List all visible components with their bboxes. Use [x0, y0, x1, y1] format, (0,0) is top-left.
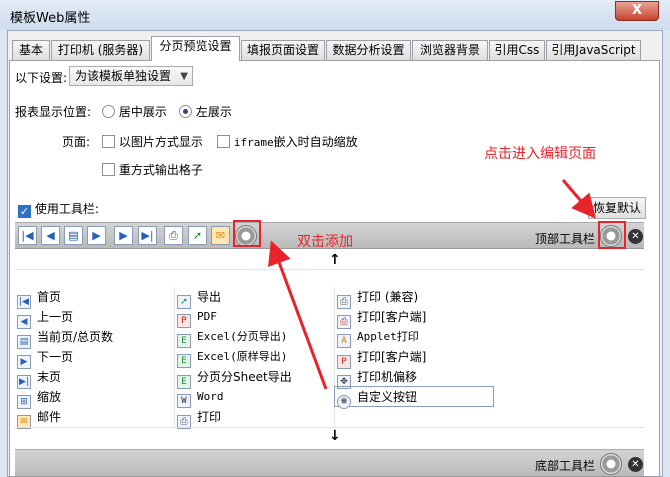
annotation-arrows — [268, 179, 596, 390]
arrow-to-settings — [561, 179, 596, 219]
tab-pagination-preview[interactable]: 分页预览设置 — [151, 36, 240, 61]
arrow-to-custom-button — [268, 240, 328, 390]
